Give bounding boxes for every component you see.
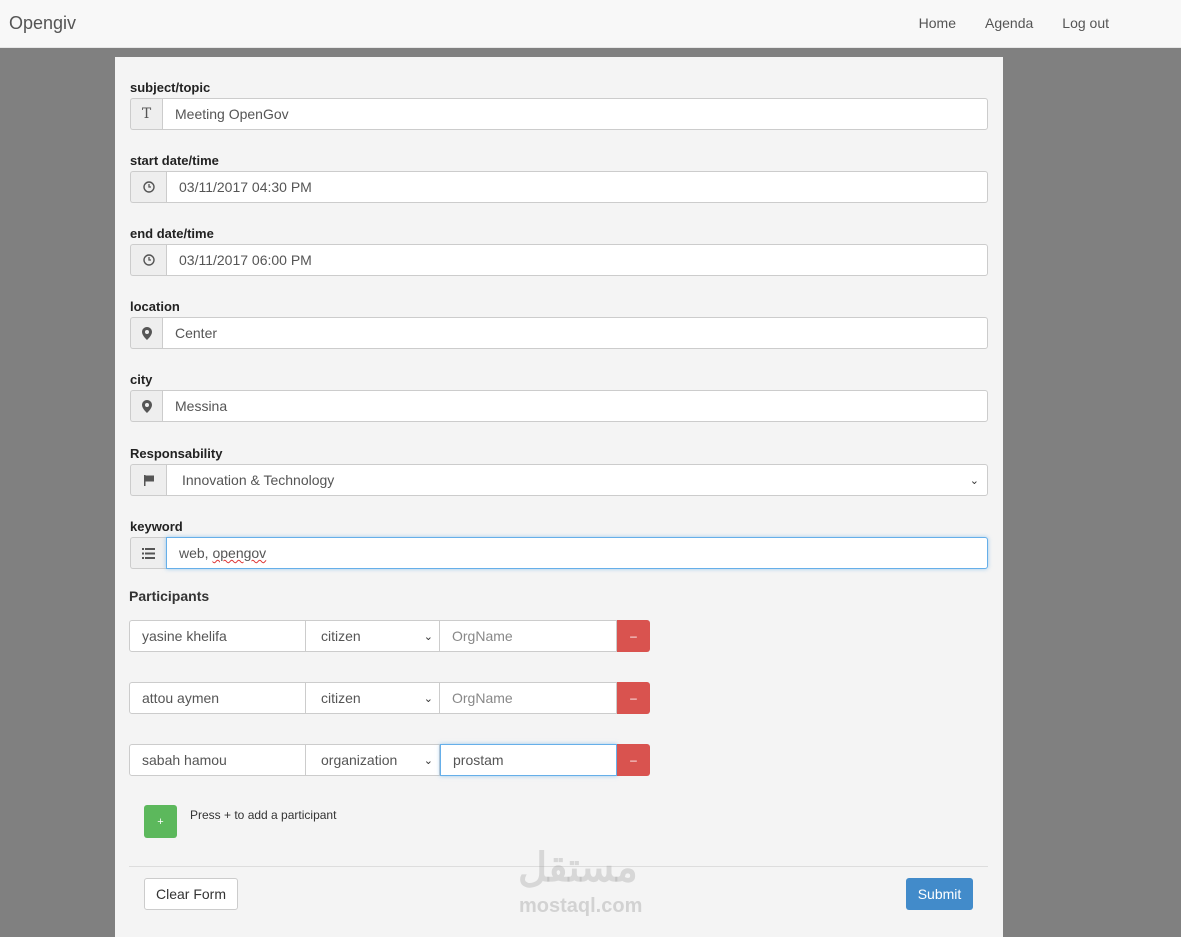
participant-name-input[interactable]: sabah hamou	[129, 744, 306, 776]
participant-type-select[interactable]: organization ⌄	[306, 744, 440, 776]
participant-type-value: citizen	[321, 628, 361, 644]
navbar: Opengiv Home Agenda Log out	[0, 0, 1181, 48]
participant-type-value: citizen	[321, 690, 361, 706]
participant-org-input[interactable]: prostam	[440, 744, 617, 776]
nav-links: Home Agenda Log out	[919, 15, 1109, 31]
keyword-misspelled-word: opengov	[212, 545, 267, 561]
responsability-label: Responsability	[130, 446, 223, 461]
form-panel: subject/topic T Meeting OpenGov start da…	[115, 57, 1003, 937]
end-label: end date/time	[130, 226, 214, 241]
add-participant-hint: Press + to add a participant	[190, 808, 337, 822]
remove-participant-button[interactable]: –	[617, 682, 650, 714]
remove-participant-button[interactable]: –	[617, 744, 650, 776]
keyword-input[interactable]: web, opengov	[166, 537, 988, 569]
city-field: city Messina	[130, 373, 988, 422]
participant-row: attou aymen citizen ⌄ OrgName –	[129, 682, 650, 714]
map-marker-icon	[130, 390, 162, 422]
brand-logo[interactable]: Opengiv	[9, 13, 76, 34]
participant-type-select[interactable]: citizen ⌄	[306, 682, 440, 714]
chevron-down-icon: ⌄	[423, 692, 433, 705]
add-participant-button[interactable]: +	[144, 805, 177, 838]
chevron-down-icon: ⌄	[423, 630, 433, 643]
start-datetime-input[interactable]: 03/11/2017 04:30 PM	[166, 171, 988, 203]
nav-agenda-link[interactable]: Agenda	[985, 15, 1033, 31]
nav-home-link[interactable]: Home	[919, 15, 956, 31]
flag-icon	[130, 464, 166, 496]
nav-logout-link[interactable]: Log out	[1062, 15, 1109, 31]
participants-title: Participants	[129, 588, 210, 604]
location-input[interactable]: Center	[162, 317, 988, 349]
list-icon	[130, 537, 166, 569]
responsability-select[interactable]: Innovation & Technology ⌄	[166, 464, 988, 496]
subject-input[interactable]: Meeting OpenGov	[162, 98, 988, 130]
location-label: location	[130, 299, 180, 314]
responsability-field: Responsability Innovation & Technology ⌄	[130, 447, 988, 496]
remove-participant-button[interactable]: –	[617, 620, 650, 652]
end-field: end date/time 03/11/2017 06:00 PM	[130, 227, 988, 276]
participant-org-input[interactable]: OrgName	[440, 620, 617, 652]
text-icon: T	[130, 98, 162, 130]
chevron-down-icon: ⌄	[969, 474, 979, 487]
keyword-label: keyword	[130, 519, 183, 534]
responsability-value: Innovation & Technology	[182, 472, 335, 488]
subject-label: subject/topic	[130, 80, 211, 95]
start-label: start date/time	[130, 153, 219, 168]
watermark-latin: mostaql.com	[519, 895, 643, 917]
participant-type-value: organization	[321, 752, 398, 768]
clear-form-button[interactable]: Clear Form	[144, 878, 238, 910]
watermark-arabic: مستقل	[518, 846, 638, 890]
chevron-down-icon: ⌄	[423, 754, 433, 767]
end-datetime-input[interactable]: 03/11/2017 06:00 PM	[166, 244, 988, 276]
location-field: location Center	[130, 300, 988, 349]
subject-field: subject/topic T Meeting OpenGov	[130, 81, 988, 130]
keyword-field: keyword web, opengov	[130, 520, 988, 569]
city-input[interactable]: Messina	[162, 390, 988, 422]
city-label: city	[130, 372, 153, 387]
participant-type-select[interactable]: citizen ⌄	[306, 620, 440, 652]
participant-row: sabah hamou organization ⌄ prostam –	[129, 744, 650, 776]
keyword-text: web,	[179, 545, 213, 561]
submit-button[interactable]: Submit	[906, 878, 973, 910]
clock-icon	[130, 171, 166, 203]
participant-row: yasine khelifa citizen ⌄ OrgName –	[129, 620, 650, 652]
map-marker-icon	[130, 317, 162, 349]
start-field: start date/time 03/11/2017 04:30 PM	[130, 154, 988, 203]
participant-name-input[interactable]: yasine khelifa	[129, 620, 306, 652]
participant-org-input[interactable]: OrgName	[440, 682, 617, 714]
clock-icon	[130, 244, 166, 276]
participant-name-input[interactable]: attou aymen	[129, 682, 306, 714]
